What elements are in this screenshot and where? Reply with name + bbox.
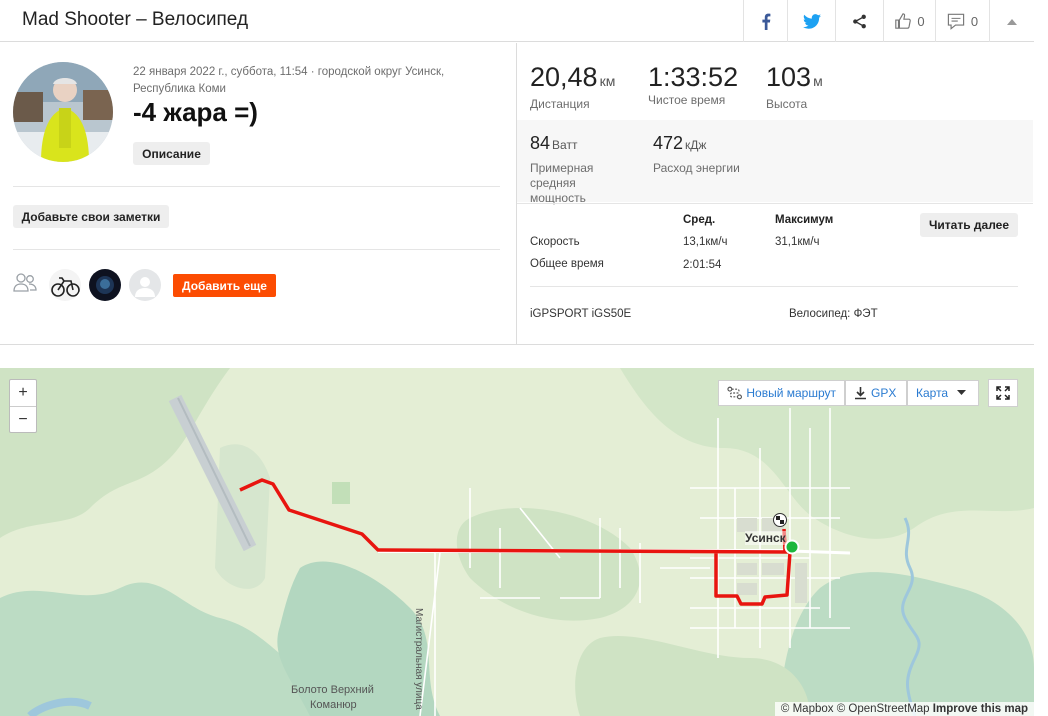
energy-label: Расход энергии [653,161,740,175]
elevation-value: 103 [766,62,812,92]
power-value: 84 [530,133,551,153]
speed-label: Скорость [530,236,580,248]
zoom-in-button[interactable]: + [10,380,36,406]
divider [517,203,1033,204]
distance-stat: 20,48 км Дистанция [530,62,615,111]
map-canvas [0,368,1034,716]
improve-map-link[interactable]: Improve this map [933,703,1028,715]
divider [13,186,500,187]
energy-unit: кДж [685,138,707,152]
new-route-label: Новый маршрут [746,386,836,400]
distance-label: Дистанция [530,97,590,111]
gpx-label: GPX [871,386,897,400]
swamp-label-line1: Болото Верхний [291,684,374,696]
activity-meta: 22 января 2022 г., суббота, 11:54 · горо… [133,66,445,95]
avg-column-header: Сред. [683,214,716,226]
chevron-up-icon [1007,18,1017,25]
athlete-bike-avatar[interactable] [49,269,81,301]
comments-button[interactable]: 0 [935,0,989,42]
map-attribution: © Mapbox © OpenStreetMap Improve this ma… [774,702,1034,716]
power-stat: 84 Ватт Примерная средняя мощность [530,128,620,206]
distance-value: 20,48 [530,62,598,92]
kudos-count: 0 [917,13,925,29]
zoom-control: + − [9,379,37,433]
power-label: Примерная средняя мощность [530,161,594,205]
facebook-share-button[interactable] [743,0,787,42]
max-column-header: Максимум [775,214,834,226]
thumbs-up-icon [895,13,912,29]
elapsed-time-value: 2:01:54 [683,259,722,271]
read-more-button[interactable]: Читать далее [920,213,1018,237]
activity-name: -4 жара =) [133,97,258,127]
comment-icon [947,13,965,30]
page-title: Mad Shooter – Велосипед [22,9,249,30]
elevation-unit: м [813,73,823,89]
divider [530,286,1018,287]
distance-unit: км [599,73,616,89]
activity-header: Mad Shooter – Велосипед 0 0 [0,0,1034,42]
route-icon [727,386,742,400]
divider [13,249,500,250]
elevation-label: Высота [766,97,808,111]
zoom-out-button[interactable]: − [10,406,36,432]
download-icon [855,387,866,400]
elapsed-time-label: Общее время [530,258,604,270]
speed-max: 31,1км/ч [775,236,820,248]
map-type-dropdown[interactable]: Карта [907,380,979,406]
street-label: Магистральная улица [413,608,424,710]
mapbox-attribution-link[interactable]: © Mapbox [781,703,834,715]
elevation-stat: 103 м Высота [766,62,823,111]
athlete-placeholder-avatar[interactable] [129,269,161,301]
collapse-button[interactable] [989,0,1034,42]
group-icon [12,270,38,300]
twitter-share-button[interactable] [787,0,835,42]
moving-time-label: Чистое время [648,93,726,107]
twitter-icon [802,13,821,29]
kudos-button[interactable]: 0 [883,0,935,42]
town-label: Усинск [745,531,786,545]
moving-time-value: 1:33:52 [648,62,739,92]
athlete-dark-avatar[interactable] [89,269,121,301]
map-type-label: Карта [916,386,949,400]
caret-down-icon [957,390,967,395]
comments-count: 0 [970,13,979,29]
new-route-button[interactable]: Новый маршрут [718,380,845,406]
energy-stat: 472 кДж Расход энергии [653,128,740,176]
osm-attribution-link[interactable]: © OpenStreetMap [837,703,930,715]
add-notes-button[interactable]: Добавьте свои заметки [13,205,169,228]
fullscreen-icon [996,386,1010,400]
swamp-label-line2: Команюр [310,699,357,711]
athlete-avatar[interactable] [13,62,113,162]
facebook-icon [761,13,770,30]
share-button[interactable] [835,0,883,42]
gpx-download-button[interactable]: GPX [845,380,907,406]
share-icon [853,14,866,28]
bike-name: Велосипед: ФЭТ [789,308,878,320]
moving-time-stat: 1:33:52 Чистое время [648,62,738,107]
power-unit: Ватт [552,138,578,152]
fullscreen-button[interactable] [988,379,1018,407]
energy-value: 472 [653,133,684,153]
device-name: iGPSPORT iGS50E [530,308,632,320]
speed-avg: 13,1км/ч [683,236,728,248]
description-button[interactable]: Описание [133,142,210,165]
route-map[interactable]: Усинск Магистральная улица Болото Верхни… [0,368,1034,716]
add-more-athletes-button[interactable]: Добавить еще [173,274,276,297]
